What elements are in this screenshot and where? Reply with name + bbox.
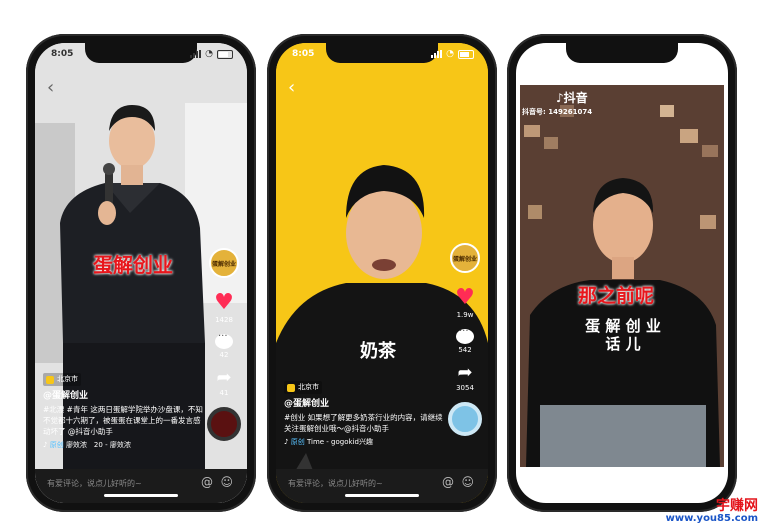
location-tag[interactable]: 北京市 bbox=[284, 381, 322, 394]
action-sidebar: 蛋解创业 ♥ 1.9w 542 ➦ 3054 bbox=[448, 243, 482, 436]
music-note-icon: ♪ bbox=[43, 440, 48, 449]
back-button[interactable]: ‹ bbox=[288, 77, 295, 98]
battery-icon bbox=[458, 49, 474, 59]
like-icon[interactable]: ♥ bbox=[455, 287, 475, 309]
wifi-icon: ◔ bbox=[205, 49, 213, 59]
emoji-icon[interactable]: ☺ bbox=[220, 475, 233, 489]
music-disc-icon[interactable] bbox=[448, 402, 482, 436]
at-icon[interactable]: @ bbox=[201, 475, 213, 489]
music-note-icon: ♪ bbox=[284, 437, 289, 446]
comment-icon[interactable] bbox=[215, 331, 233, 349]
signal-icon bbox=[190, 50, 202, 58]
notch bbox=[566, 43, 678, 63]
video-description: #北漂 #青年 这两日蛋解学院举办沙盘课，不知不觉都十六期了，被蛋蛋在课堂上的一… bbox=[43, 404, 203, 436]
share-count: 3054 bbox=[456, 384, 474, 392]
like-count: 1.9w bbox=[456, 311, 474, 319]
action-sidebar: 蛋解创业 ♥ 1428 42 ➦ 41 bbox=[207, 248, 241, 441]
at-icon[interactable]: @ bbox=[442, 475, 454, 489]
comment-count: 542 bbox=[458, 346, 472, 354]
phone-2: 8:05 ◔ ‹ 奶茶 蛋解创业 ♥ 1.9w 542 ➦ 3054 北京市 @… bbox=[267, 34, 497, 512]
battery-icon bbox=[217, 49, 233, 59]
author-avatar[interactable]: 蛋解创业 bbox=[450, 243, 480, 273]
status-bar: 8:05 ◔ bbox=[35, 49, 247, 63]
home-indicator bbox=[345, 494, 419, 497]
douyin-logo: ♪抖音 bbox=[556, 91, 588, 105]
music-info[interactable]: ♪ 原创 Time - gogokid兴趣 bbox=[284, 437, 444, 448]
status-time: 8:05 bbox=[292, 49, 315, 59]
phone-1-screen: 8:05 ◔ ‹ 蛋解创业 蛋解创业 ♥ 1428 42 ➦ 41 北京市 @蛋… bbox=[35, 43, 247, 503]
comment-bar: 有爱评论，说点儿好听的~ @ ☺ bbox=[35, 469, 247, 503]
like-count: 1428 bbox=[215, 316, 233, 324]
video-illustration-3 bbox=[520, 85, 724, 467]
phone-3-screen: ♪抖音 抖音号: 149261074 那之前呢 蛋 解 创 业 话 儿 bbox=[516, 43, 728, 503]
music-info[interactable]: ♪ 原创 廖效浓 20 - 廖效浓 bbox=[43, 440, 203, 451]
back-button[interactable]: ‹ bbox=[47, 77, 54, 98]
shirt-caption: 奶茶 bbox=[360, 341, 396, 362]
author-name[interactable]: @蛋解创业 bbox=[43, 391, 203, 402]
author-name[interactable]: @蛋解创业 bbox=[284, 399, 444, 410]
status-bar: 8:05 ◔ bbox=[276, 49, 488, 63]
video-caption: 蛋解创业 bbox=[93, 253, 173, 277]
watermark-title: 宇赚网 bbox=[716, 498, 758, 514]
video-caption: 那之前呢 bbox=[578, 285, 655, 307]
video-info: 北京市 @蛋解创业 #创业 如果想了解更多奶茶行业的内容，请继续关注蛋解创业哦～… bbox=[284, 381, 444, 448]
location-icon bbox=[287, 383, 295, 392]
account-id: 抖音号: 149261074 bbox=[522, 108, 593, 116]
comment-input[interactable]: 有爱评论，说点儿好听的~ bbox=[47, 478, 142, 489]
video-info: 北京市 @蛋解创业 #北漂 #青年 这两日蛋解学院举办沙盘课，不知不觉都十六期了… bbox=[43, 373, 203, 451]
emoji-icon[interactable]: ☺ bbox=[461, 475, 474, 489]
comment-input[interactable]: 有爱评论，说点儿好听的~ bbox=[288, 478, 383, 489]
signal-icon bbox=[431, 50, 443, 58]
tiktok-note-icon: ♪ bbox=[556, 91, 564, 105]
author-avatar[interactable]: 蛋解创业 bbox=[209, 248, 239, 278]
share-icon[interactable]: ➦ bbox=[216, 369, 231, 387]
shirt-print: 蛋 解 创 业 话 儿 bbox=[585, 317, 661, 353]
home-indicator bbox=[104, 494, 178, 497]
watermark-url: www.you85.com bbox=[665, 513, 758, 524]
music-disc-icon[interactable] bbox=[207, 407, 241, 441]
location-icon bbox=[46, 375, 54, 384]
video-frame-3: ♪抖音 抖音号: 149261074 那之前呢 蛋 解 创 业 话 儿 bbox=[520, 85, 724, 467]
location-tag[interactable]: 北京市 bbox=[43, 373, 81, 386]
share-count: 41 bbox=[219, 389, 229, 397]
comment-count: 42 bbox=[219, 351, 229, 359]
phone-3: ♪抖音 抖音号: 149261074 那之前呢 蛋 解 创 业 话 儿 bbox=[507, 34, 737, 512]
video-description: #创业 如果想了解更多奶茶行业的内容，请继续关注蛋解创业哦～@抖音小助手 bbox=[284, 412, 443, 433]
share-icon[interactable]: ➦ bbox=[457, 364, 472, 382]
comment-icon[interactable] bbox=[456, 326, 474, 344]
status-time: 8:05 bbox=[51, 49, 74, 59]
watermark: 宇赚网 www.you85.com bbox=[666, 499, 758, 524]
phone-2-screen: 8:05 ◔ ‹ 奶茶 蛋解创业 ♥ 1.9w 542 ➦ 3054 北京市 @… bbox=[276, 43, 488, 503]
like-icon[interactable]: ♥ bbox=[214, 292, 234, 314]
comment-bar: 有爱评论，说点儿好听的~ @ ☺ bbox=[276, 469, 488, 503]
wifi-icon: ◔ bbox=[446, 49, 454, 59]
phone-1: 8:05 ◔ ‹ 蛋解创业 蛋解创业 ♥ 1428 42 ➦ 41 北京市 @蛋… bbox=[26, 34, 256, 512]
